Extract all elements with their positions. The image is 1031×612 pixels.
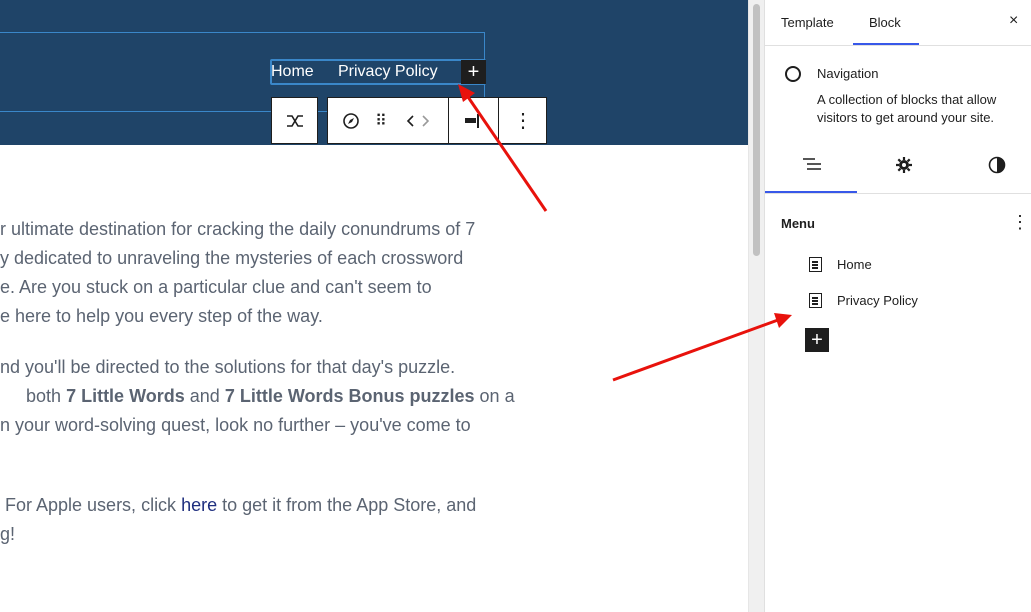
nav-add-block-button[interactable]: + <box>461 60 486 84</box>
paragraph-1: r ultimate destination for cracking the … <box>0 215 500 331</box>
settings-sidebar: Template Block × Navigation A collection… <box>764 0 1031 612</box>
here-link[interactable]: here <box>181 495 217 515</box>
drag-handle-icon[interactable]: ⠿ <box>368 98 394 143</box>
compass-icon <box>785 66 801 82</box>
tab-block[interactable]: Block <box>869 15 901 30</box>
text-fragment: on a <box>479 386 515 406</box>
toolbar-divider <box>448 98 449 143</box>
justify-icon[interactable] <box>452 98 496 143</box>
block-title: Navigation <box>817 66 879 81</box>
text-line: y dedicated to unraveling the mysteries … <box>0 248 464 268</box>
text-fragment: to get it from the App Store, and <box>222 495 477 515</box>
text-fragment: both <box>26 386 62 406</box>
text-line: r ultimate destination for cracking the … <box>0 219 476 239</box>
more-options-icon[interactable]: ⋮ <box>500 98 546 143</box>
list-item[interactable]: Privacy Policy <box>809 293 918 308</box>
paragraph-2: nd you'll be directed to the solutions f… <box>0 353 515 440</box>
styles-icon[interactable] <box>988 156 1006 179</box>
transform-icon[interactable] <box>272 98 317 143</box>
list-item[interactable]: Home <box>809 257 872 272</box>
nav-link-home[interactable]: Home <box>271 62 314 82</box>
move-arrows-icon[interactable] <box>400 98 436 143</box>
post-content: r ultimate destination for cracking the … <box>0 215 515 571</box>
paragraph-3: For Apple users, click here to get it fr… <box>0 491 500 549</box>
text-line: both 7 Little Words and 7 Little Words B… <box>0 382 515 411</box>
bold-text: 7 Little Words Bonus puzzles <box>224 386 475 406</box>
menu-item-label: Home <box>837 257 872 272</box>
text-line: e. Are you stuck on a particular clue an… <box>0 277 432 297</box>
page-icon <box>809 257 822 272</box>
block-toolbar: ⠿ ⋮ <box>327 97 547 144</box>
block-description: A collection of blocks that allow visito… <box>817 92 997 125</box>
text-fragment: and <box>189 386 220 406</box>
canvas-scrollbar[interactable] <box>748 0 764 612</box>
compass-icon[interactable] <box>338 98 364 143</box>
close-icon[interactable]: × <box>1009 12 1018 30</box>
tab-template[interactable]: Template <box>781 15 834 30</box>
toolbar-divider <box>498 98 499 143</box>
nav-link-privacy-policy[interactable]: Privacy Policy <box>338 62 438 82</box>
divider <box>765 45 1031 46</box>
text-line: For Apple users, click here to get it fr… <box>0 491 500 520</box>
menu-heading: Menu <box>781 216 815 231</box>
add-menu-item-button[interactable]: + <box>805 328 829 352</box>
settings-icon[interactable] <box>895 156 913 179</box>
block-toolbar-transform-group <box>271 97 318 144</box>
bold-text: 7 Little Words <box>66 386 185 406</box>
text-line: nd you'll be directed to the solutions f… <box>0 357 456 377</box>
text-fragment: For Apple users, click <box>5 495 177 515</box>
more-options-icon[interactable]: ⋮ <box>1011 212 1029 233</box>
text-line: g! <box>0 524 16 544</box>
menu-item-label: Privacy Policy <box>837 293 918 308</box>
page-icon <box>809 293 822 308</box>
list-view-icon[interactable] <box>802 156 822 177</box>
scrollbar-thumb[interactable] <box>753 4 760 256</box>
text-line: e here to help you every step of the way… <box>0 306 323 326</box>
editor-canvas: Home Privacy Policy + ⠿ ⋮ r ultimate des… <box>0 0 748 612</box>
divider <box>765 193 1031 194</box>
text-line: n your word-solving quest, look no furth… <box>0 415 471 435</box>
